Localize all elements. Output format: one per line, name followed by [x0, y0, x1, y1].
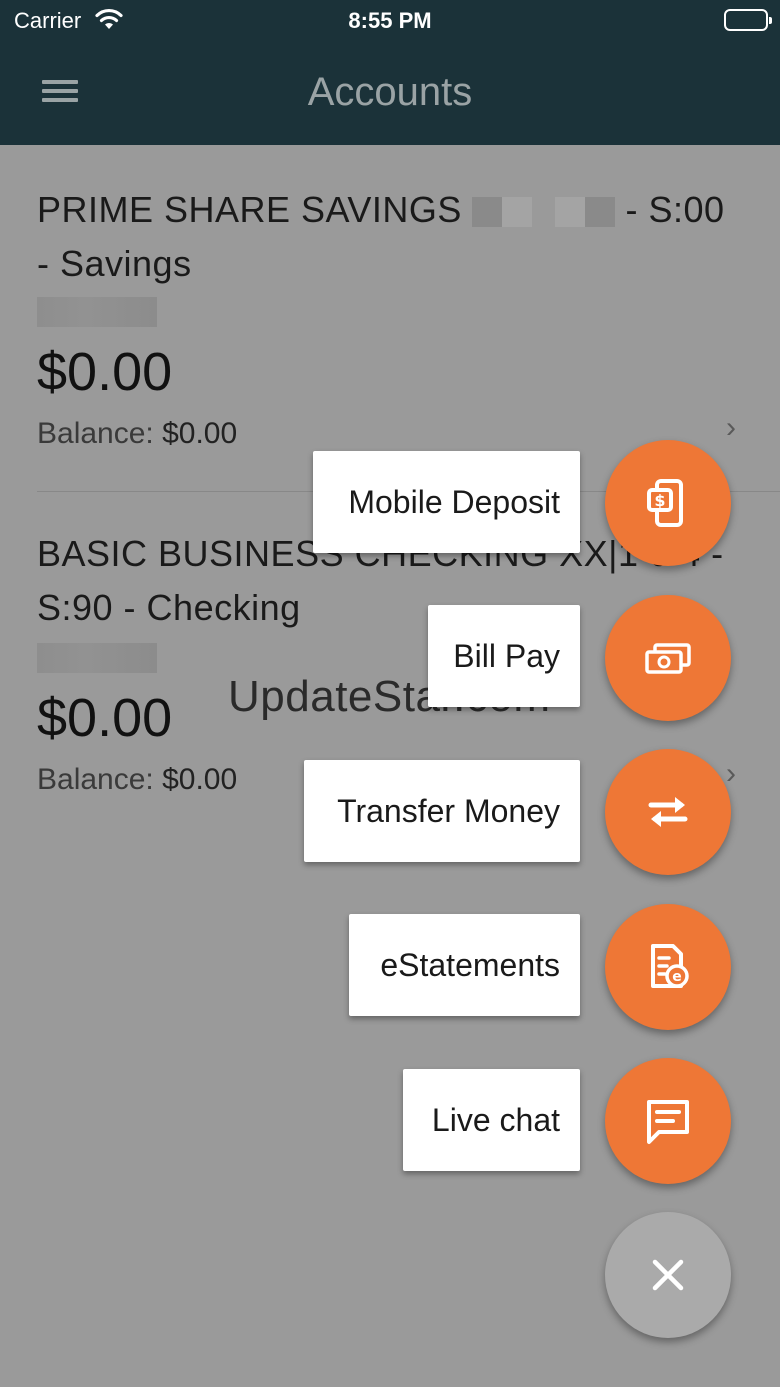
- live-chat-label[interactable]: Live chat: [403, 1069, 580, 1171]
- redacted-block: [554, 197, 585, 228]
- redacted-block: [37, 297, 157, 327]
- svg-text:$: $: [654, 491, 665, 510]
- account-balance: Balance: $0.00: [37, 417, 238, 450]
- mobile-deposit-icon: $: [647, 479, 683, 527]
- svg-text:e: e: [672, 969, 682, 985]
- app-header: Accounts: [0, 40, 780, 145]
- transfer-money-button[interactable]: [605, 749, 731, 875]
- estatement-icon: e: [651, 944, 689, 988]
- bill-pay-icon: [645, 643, 691, 674]
- bill-pay-button[interactable]: [605, 595, 731, 721]
- close-fab-button[interactable]: [605, 1212, 731, 1338]
- redacted-block: [502, 197, 533, 228]
- redacted-block: [584, 197, 615, 228]
- page-title: Accounts: [307, 70, 473, 114]
- transfer-icon: [648, 797, 688, 827]
- account-name: PRIME SHARE SAVINGS - S:00 - Savings: [37, 189, 725, 284]
- chevron-right-icon: ›: [726, 411, 736, 444]
- status-bar: Carrier 8:55 PM: [0, 0, 780, 40]
- chevron-right-icon: ›: [726, 757, 736, 790]
- estatements-button[interactable]: e: [605, 904, 731, 1030]
- bill-pay-label[interactable]: Bill Pay: [428, 605, 580, 707]
- transfer-money-label[interactable]: Transfer Money: [304, 760, 580, 862]
- account-amount: $0.00: [37, 342, 173, 402]
- clock: 8:55 PM: [348, 8, 432, 33]
- mobile-deposit-label[interactable]: Mobile Deposit: [313, 451, 580, 553]
- battery-icon: [724, 9, 772, 31]
- close-icon: [652, 1259, 684, 1291]
- estatements-label[interactable]: eStatements: [349, 914, 580, 1016]
- live-chat-button[interactable]: [605, 1058, 731, 1184]
- chat-icon: [647, 1100, 689, 1144]
- account-amount: $0.00: [37, 688, 173, 748]
- mobile-deposit-button[interactable]: $: [605, 440, 731, 566]
- account-balance: Balance: $0.00: [37, 763, 238, 796]
- redacted-block: [472, 197, 503, 228]
- redacted-block: [37, 643, 157, 673]
